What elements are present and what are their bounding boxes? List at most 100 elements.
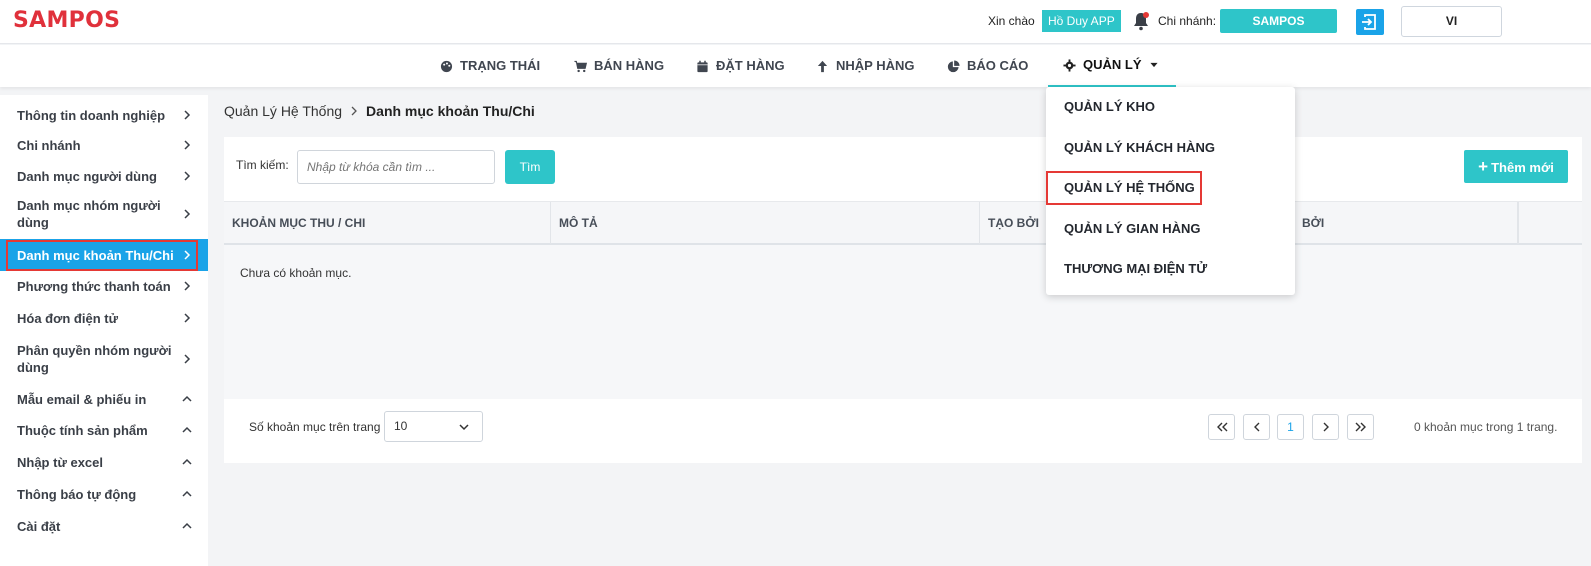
nav-label: BÁO CÁO [967,58,1029,73]
sidebar-item-product-attributes[interactable]: Thuộc tính sản phẩm [0,417,208,443]
sidebar-item-payment-methods[interactable]: Phương thức thanh toán [0,273,208,299]
logout-icon [1362,14,1376,30]
branch-selector-button[interactable]: SAMPOS [1220,9,1337,33]
menu-item-ecommerce[interactable]: THƯƠNG MẠI ĐIỆN TỬ [1064,261,1207,276]
sidebar-item-label: Nhập từ excel [17,454,103,470]
next-page-button[interactable] [1312,414,1339,440]
sidebar-item-email-print-templates[interactable]: Mẫu email & phiếu in [0,386,208,412]
user-name-badge[interactable]: Hồ Duy APP [1042,10,1121,32]
gear-icon [1063,58,1076,72]
bell-icon[interactable] [1132,11,1150,31]
chevron-right-icon [184,209,191,219]
nav-quan-ly[interactable]: QUẢN LÝ [1048,45,1176,87]
menu-item-warehouse[interactable]: QUẢN LÝ KHO [1064,99,1155,114]
sampos-logo[interactable]: SAMPOS [13,8,120,33]
search-label: Tìm kiếm: [236,158,289,172]
column-header[interactable]: MÔ TẢ [551,202,980,244]
nav-nhap-hang[interactable]: NHẬP HÀNG [816,45,915,87]
page-size-label: Số khoản mục trên trang [249,420,381,434]
caret-down-icon [1149,62,1158,68]
page-size-select[interactable]: 10 [384,411,483,442]
nav-label: ĐẶT HÀNG [716,58,785,73]
sidebar-highlight-box [6,240,198,271]
prev-page-button[interactable] [1243,414,1270,440]
menu-item-stores[interactable]: QUẢN LÝ GIAN HÀNG [1064,221,1201,236]
menu-item-customers[interactable]: QUẢN LÝ KHÁCH HÀNG [1064,140,1215,155]
sidebar-item-label: Phân quyền nhóm người dùng [17,343,172,375]
plus-icon: + [1478,157,1489,176]
sidebar-item-label: Hóa đơn điện tử [17,310,118,326]
palette-icon [440,60,453,72]
first-page-button[interactable] [1208,414,1235,440]
sidebar-item-label: Thuộc tính sản phẩm [17,422,148,438]
last-page-button[interactable] [1347,414,1374,440]
dropdown-highlight-box [1046,171,1202,205]
sidebar-item-label: Thông tin doanh nghiệp [17,107,166,123]
sidebar-item-label: Thông báo tự động [17,486,137,502]
breadcrumb: Quản Lý Hệ Thống Danh mục khoản Thu/Chi [224,103,535,119]
chevron-right-icon [184,171,191,181]
column-header[interactable]: KHOẢN MỤC THU / CHI [224,202,551,244]
chevron-up-icon [182,490,192,497]
column-header[interactable]: BỞI [1294,202,1518,244]
calendar-icon [697,60,708,72]
sidebar-item-business-info[interactable]: Thông tin doanh nghiệp [0,102,208,128]
language-selector[interactable]: VI [1401,6,1502,37]
page-number-button[interactable]: 1 [1277,414,1304,440]
double-chevron-right-icon [1355,422,1366,432]
sidebar-item-e-invoice[interactable]: Hóa đơn điện tử [0,305,208,331]
content-panel: Tìm kiếm: Tìm +Thêm mới KHOẢN MỤC THU / … [224,137,1582,463]
add-new-button[interactable]: + Thêm mới [1464,150,1568,183]
page-size-value: 10 [394,419,408,433]
breadcrumb-parent[interactable]: Quản Lý Hệ Thống [224,103,342,119]
sidebar-item-label: Danh mục nhóm người dùng [17,198,161,230]
nav-dat-hang[interactable]: ĐẶT HÀNG [696,45,785,87]
chevron-right-icon [184,313,191,323]
chevron-right-icon [184,281,191,291]
nav-ban-hang[interactable]: BÁN HÀNG [574,45,664,87]
nav-trang-thai[interactable]: TRẠNG THÁI [440,45,540,87]
sidebar-item-label: Danh mục người dùng [17,168,157,184]
cart-icon [574,60,587,72]
chevron-up-icon [182,522,192,529]
chevron-down-icon [459,424,469,431]
pagination-summary: 0 khoản mục trong 1 trang. [1414,420,1558,434]
sidebar-item-settings[interactable]: Cài đặt [0,513,208,539]
chevron-up-icon [182,426,192,433]
sidebar-item-label: Cài đặt [17,518,61,534]
chevron-right-icon [1323,422,1329,432]
nav-label: TRẠNG THÁI [460,58,541,73]
top-header: SAMPOS Xin chào Hồ Duy APP Chi nhánh: SA… [0,0,1591,44]
sidebar-item-users[interactable]: Danh mục người dùng [0,163,208,189]
settings-sidebar: Thông tin doanh nghiệp Chi nhánh Danh mụ… [0,95,208,566]
sidebar-item-auto-notifications[interactable]: Thông báo tự động [0,481,208,507]
sidebar-item-user-groups[interactable]: Danh mục nhóm người dùng [0,195,208,233]
breadcrumb-current: Danh mục khoản Thu/Chi [366,103,535,119]
search-input[interactable] [297,150,495,184]
logout-button[interactable] [1356,9,1384,35]
add-new-label: Thêm mới [1491,160,1554,175]
empty-message: Chưa có khoản mục. [240,266,352,280]
sidebar-item-group-permissions[interactable]: Phân quyền nhóm người dùng [0,340,208,378]
chevron-right-icon [184,110,191,120]
greeting-text: Xin chào [988,14,1035,28]
arrow-up-icon [817,60,828,72]
chevron-right-icon [351,106,357,116]
chevron-up-icon [182,395,192,402]
nav-label: QUẢN LÝ [1083,57,1142,72]
nav-bao-cao[interactable]: BÁO CÁO [947,45,1028,87]
sidebar-item-label: Chi nhánh [17,137,81,153]
search-button[interactable]: Tìm [505,150,555,184]
chevron-left-icon [1253,422,1259,432]
sidebar-item-label: Mẫu email & phiếu in [17,391,147,407]
sidebar-item-branch[interactable]: Chi nhánh [0,132,208,158]
double-chevron-left-icon [1216,422,1227,432]
branch-label: Chi nhánh: [1158,14,1217,28]
nav-label: NHẬP HÀNG [836,58,915,73]
chevron-up-icon [182,458,192,465]
chevron-right-icon [184,140,191,150]
pie-chart-icon [947,59,960,72]
table-body: Chưa có khoản mục. [224,245,1582,399]
sidebar-item-excel-import[interactable]: Nhập từ excel [0,449,208,475]
column-header-actions [1518,202,1582,244]
